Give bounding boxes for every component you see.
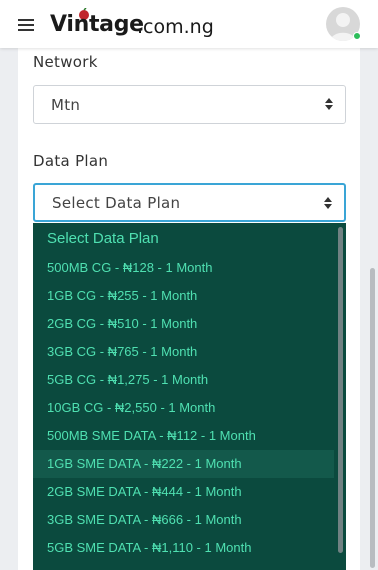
- dropdown-scrollbar[interactable]: [338, 227, 343, 553]
- top-bar: Vintage .com.ng: [0, 0, 378, 48]
- dropdown-option[interactable]: Select Data Plan: [33, 224, 346, 254]
- select-caret-icon: [324, 197, 332, 210]
- logo-domain-text: .com.ng: [137, 16, 214, 38]
- page-scrollbar[interactable]: [370, 268, 375, 568]
- dropdown-option[interactable]: 500MB CG - ₦128 - 1 Month: [33, 254, 346, 282]
- dropdown-option[interactable]: 2GB CG - ₦510 - 1 Month: [33, 310, 346, 338]
- dropdown-option[interactable]: 10GB CG - ₦2,550 - 1 Month: [33, 394, 346, 422]
- hamburger-menu-icon[interactable]: [18, 19, 34, 31]
- logo-text: Vintage: [50, 12, 144, 37]
- data-plan-select-value: Select Data Plan: [52, 194, 181, 212]
- online-status-dot: [353, 32, 361, 40]
- dropdown-option[interactable]: 2GB SME DATA - ₦444 - 1 Month: [33, 478, 346, 506]
- data-plan-dropdown: Select Data Plan 500MB CG - ₦128 - 1 Mont…: [33, 223, 346, 570]
- network-select-value: Mtn: [51, 96, 81, 114]
- data-plan-select[interactable]: Select Data Plan: [33, 183, 346, 222]
- data-plan-label: Data Plan: [33, 152, 109, 170]
- dropdown-option[interactable]: 1GB SME DATA - ₦222 - 1 Month: [33, 450, 334, 478]
- dropdown-option[interactable]: 500MB SME DATA - ₦112 - 1 Month: [33, 422, 346, 450]
- network-label: Network: [33, 53, 98, 71]
- dropdown-option[interactable]: 3GB SME DATA - ₦666 - 1 Month: [33, 506, 346, 534]
- select-caret-icon: [325, 98, 333, 111]
- dropdown-option[interactable]: 1GB CG - ₦255 - 1 Month: [33, 282, 346, 310]
- dropdown-option[interactable]: 5GB SME DATA - ₦1,110 - 1 Month: [33, 534, 346, 562]
- dropdown-option[interactable]: 5GB CG - ₦1,275 - 1 Month: [33, 366, 346, 394]
- dropdown-option[interactable]: 3GB CG - ₦765 - 1 Month: [33, 338, 346, 366]
- network-select[interactable]: Mtn: [33, 85, 346, 124]
